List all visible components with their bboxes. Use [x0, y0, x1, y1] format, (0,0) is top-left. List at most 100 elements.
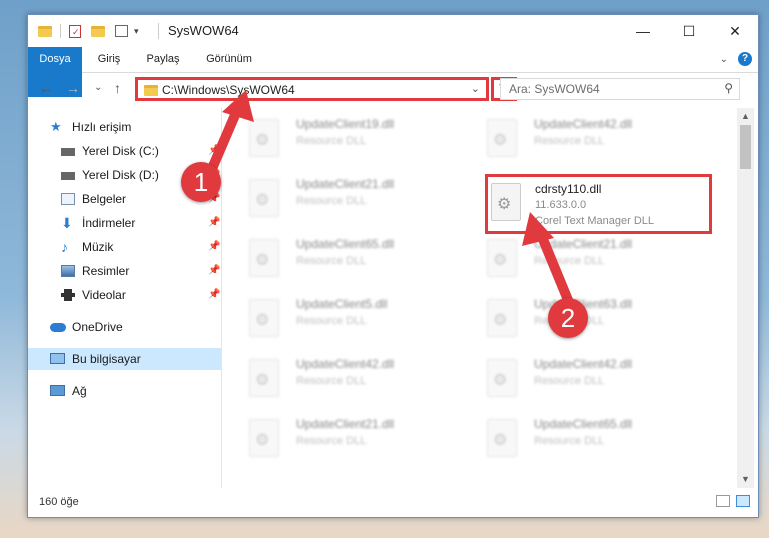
vertical-scrollbar[interactable]: ▲ ▼	[737, 108, 754, 488]
file-name: UpdateClient42.dll	[296, 357, 395, 371]
list-item[interactable]: ⚙ UpdateClient42.dll Resource DLL	[462, 113, 692, 163]
cloud-icon	[50, 323, 66, 332]
minimize-button[interactable]: —	[620, 15, 666, 47]
search-placeholder: Ara: SysWOW64	[509, 82, 600, 96]
list-item[interactable]: ⚙ UpdateClient42.dll Resource DLL	[224, 353, 454, 403]
customize-toolbar-icon[interactable]: ▾	[134, 26, 139, 37]
file-description: Resource DLL	[296, 435, 367, 447]
sidebar-item-downloads[interactable]: ⬇ İndirmeler 📌	[28, 212, 221, 234]
network-icon	[50, 385, 65, 396]
file-version: 11.633.0.0	[535, 199, 587, 211]
file-description: Resource DLL	[534, 435, 605, 447]
list-item[interactable]: ⚙ UpdateClient21.dll Resource DLL	[462, 233, 692, 283]
file-name: UpdateClient21.dll	[296, 417, 395, 431]
dll-file-icon: ⚙	[249, 239, 279, 277]
file-name: UpdateClient21.dll	[534, 237, 633, 251]
file-description: Resource DLL	[534, 255, 605, 267]
address-dropdown-icon[interactable]: ⌄	[471, 82, 480, 95]
ribbon-expand-icon[interactable]: ⌄	[720, 54, 728, 65]
gear-icon: ⚙	[493, 432, 508, 449]
pin-icon[interactable]: 📌	[208, 236, 220, 258]
list-item[interactable]: ⚙ UpdateClient21.dll Resource DLL	[224, 413, 454, 463]
dll-file-icon: ⚙	[249, 179, 279, 217]
search-box[interactable]: Ara: SysWOW64 ⚲	[500, 78, 740, 100]
sidebar-item-label: Resimler	[82, 264, 130, 278]
list-item[interactable]: ⚙ UpdateClient42.dll Resource DLL	[462, 353, 692, 403]
sidebar-item-network[interactable]: Ağ	[28, 380, 221, 402]
pin-icon[interactable]: 📌	[208, 284, 220, 306]
new-folder-icon[interactable]	[91, 25, 105, 37]
dll-file-icon: ⚙	[487, 419, 517, 457]
scroll-up-button[interactable]: ▲	[737, 108, 754, 125]
drive-icon	[61, 172, 75, 180]
sidebar-item-music[interactable]: ♪ Müzik 📌	[28, 236, 221, 258]
sidebar-item-label: İndirmeler	[82, 216, 136, 230]
dll-file-icon: ⚙	[487, 119, 517, 157]
tiles-view-button[interactable]	[736, 495, 750, 507]
properties-icon[interactable]: ✓	[69, 24, 81, 38]
address-bar[interactable]: C:\Windows\SysWOW64 ⌄	[135, 77, 489, 101]
dll-file-icon: ⚙	[249, 119, 279, 157]
step-badge-1: 1	[181, 162, 221, 202]
list-item[interactable]: ⚙ UpdateClient19.dll Resource DLL	[224, 113, 454, 163]
pin-icon[interactable]: 📌	[208, 140, 220, 162]
list-item[interactable]: ⚙ UpdateClient21.dll Resource DLL	[224, 173, 454, 223]
file-list: ⚙ UpdateClient19.dll Resource DLL ⚙ Upda…	[224, 108, 736, 488]
pin-icon[interactable]: 📌	[208, 260, 220, 282]
sidebar-item-this-pc[interactable]: Bu bilgisayar	[28, 348, 221, 370]
search-icon[interactable]: ⚲	[724, 81, 733, 95]
quick-access-toolbar: ✓ ▾	[38, 23, 139, 39]
sidebar-item-disk-c[interactable]: Yerel Disk (C:) 📌	[28, 140, 221, 162]
sidebar-item-label: Belgeler	[82, 192, 127, 206]
file-name: UpdateClient21.dll	[296, 177, 395, 191]
scroll-down-button[interactable]: ▼	[737, 471, 754, 488]
highlighted-file-cdrsty110[interactable]: ⚙ cdrsty110.dll 11.633.0.0 Corel Text Ma…	[485, 174, 712, 234]
gear-icon: ⚙	[255, 372, 270, 389]
view-options-icon[interactable]	[115, 25, 128, 37]
window-title: SysWOW64	[168, 23, 239, 38]
dll-file-icon: ⚙	[249, 299, 279, 337]
help-icon[interactable]: ?	[738, 52, 752, 66]
sidebar-item-quick-access[interactable]: ★ Hızlı erişim	[28, 116, 221, 138]
forward-button[interactable]: →	[66, 80, 80, 96]
details-view-button[interactable]	[716, 495, 730, 507]
sidebar-item-onedrive[interactable]: OneDrive	[28, 316, 221, 338]
sidebar-item-videos[interactable]: Videolar 📌	[28, 284, 221, 306]
music-icon: ♪	[61, 239, 68, 255]
sidebar-item-label: Müzik	[82, 240, 114, 254]
back-button[interactable]: ←	[39, 80, 53, 96]
dll-file-icon: ⚙	[487, 359, 517, 397]
file-name: UpdateClient19.dll	[296, 117, 395, 131]
up-button[interactable]: ↑	[114, 80, 121, 96]
tab-paylas[interactable]: Paylaş	[138, 47, 188, 72]
gear-icon: ⚙	[497, 196, 512, 213]
dll-file-icon: ⚙	[491, 183, 521, 221]
explorer-window: ✓ ▾ SysWOW64 — ☐ ✕ Dosya Giriş Paylaş Gö…	[27, 14, 759, 518]
sidebar-item-label: Hızlı erişim	[72, 120, 132, 134]
toolbar-divider	[60, 24, 61, 38]
file-name: UpdateClient42.dll	[534, 357, 633, 371]
title-bar: ✓ ▾ SysWOW64 — ☐ ✕	[28, 15, 758, 47]
close-button[interactable]: ✕	[712, 15, 758, 47]
list-item[interactable]: ⚙ UpdateClient65.dll Resource DLL	[224, 233, 454, 283]
pin-icon[interactable]: 📌	[208, 212, 220, 234]
scroll-thumb[interactable]	[740, 125, 751, 169]
tab-gorunum[interactable]: Görünüm	[198, 47, 260, 72]
sidebar-item-pictures[interactable]: Resimler 📌	[28, 260, 221, 282]
gear-icon: ⚙	[493, 372, 508, 389]
maximize-button[interactable]: ☐	[666, 15, 712, 47]
sidebar-item-label: Ağ	[72, 384, 87, 398]
computer-icon	[50, 353, 65, 364]
list-item[interactable]: ⚙ UpdateClient65.dll Resource DLL	[462, 413, 692, 463]
file-description: Resource DLL	[296, 375, 367, 387]
gear-icon: ⚙	[493, 252, 508, 269]
recent-locations-button[interactable]: ⌄	[94, 82, 102, 93]
dll-file-icon: ⚙	[487, 299, 517, 337]
sidebar-item-label: Yerel Disk (D:)	[82, 168, 159, 182]
gear-icon: ⚙	[255, 432, 270, 449]
file-description: Resource DLL	[296, 195, 367, 207]
gear-icon: ⚙	[255, 312, 270, 329]
tab-giris[interactable]: Giriş	[88, 47, 130, 72]
ribbon-controls: ⌄ ?	[720, 52, 752, 66]
list-item[interactable]: ⚙ UpdateClient5.dll Resource DLL	[224, 293, 454, 343]
